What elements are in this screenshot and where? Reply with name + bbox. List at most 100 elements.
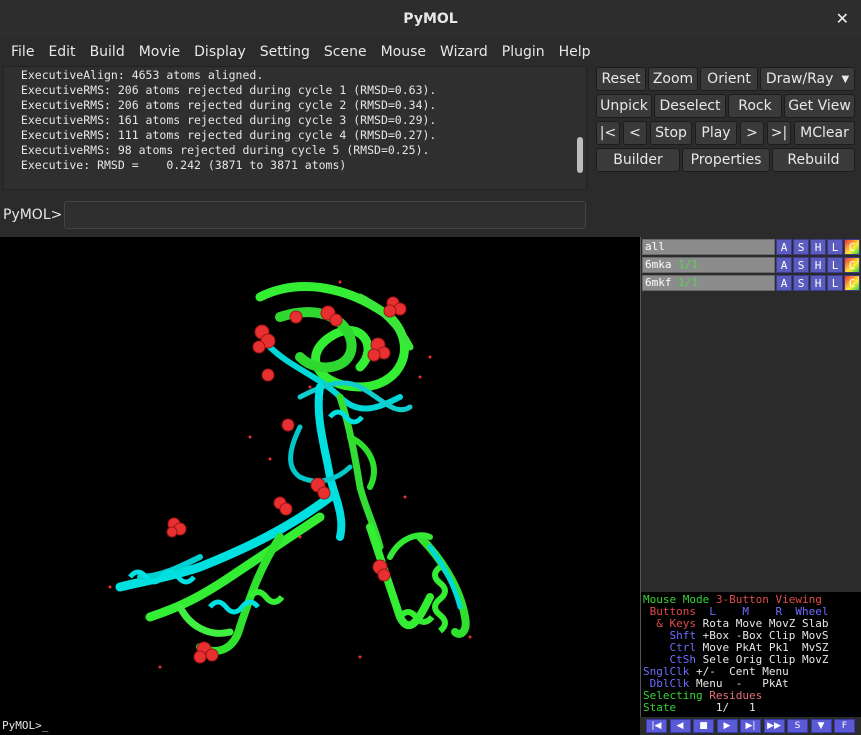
sphere	[329, 313, 343, 327]
object-name[interactable]: 6mkf 1/1	[642, 275, 775, 291]
menu-toggle-button[interactable]: ▼	[810, 719, 832, 733]
label-button[interactable]: L	[827, 239, 843, 255]
ribbon-green	[255, 282, 409, 392]
object-name[interactable]: 6mka 1/1	[642, 257, 775, 273]
command-row: PyMOL>	[0, 198, 592, 232]
object-label: all	[645, 240, 665, 253]
log-scrollbar[interactable]	[577, 137, 583, 173]
rebuild-button[interactable]: Rebuild	[772, 148, 855, 172]
log-line: ExecutiveRMS: 111 atoms rejected during …	[14, 128, 437, 142]
stop-button[interactable]: Stop	[650, 121, 692, 145]
molecule-viewer[interactable]	[0, 237, 640, 717]
output-log[interactable]: ExecutiveAlign: 4653 atoms aligned. Exec…	[3, 66, 587, 190]
builder-button[interactable]: Builder	[596, 148, 680, 172]
get-view-button[interactable]: Get View	[784, 94, 855, 118]
playback-bar: |◀ ◀ ■ ▶ ▶| ▶▶ S ▼ F	[640, 717, 861, 735]
menu-plugin[interactable]: Plugin	[495, 40, 552, 64]
menu-setting[interactable]: Setting	[253, 40, 317, 64]
action-button[interactable]: A	[776, 257, 792, 273]
object-label: 6mka	[645, 258, 672, 271]
color-button[interactable]: C	[844, 275, 860, 291]
ribbon-green	[176, 603, 234, 637]
properties-button[interactable]: Properties	[682, 148, 770, 172]
hide-button[interactable]: H	[810, 239, 826, 255]
show-button[interactable]: S	[793, 275, 809, 291]
menu-display[interactable]: Display	[187, 40, 253, 64]
menu-scene[interactable]: Scene	[317, 40, 374, 64]
draw-ray-label: Draw/Ray	[765, 71, 834, 87]
draw-ray-button[interactable]: Draw/Ray ▼	[760, 67, 855, 91]
command-input[interactable]	[64, 201, 586, 229]
protein-render	[108, 280, 472, 669]
rock-button[interactable]: Rock	[728, 94, 782, 118]
water-dot	[338, 280, 342, 284]
play-button[interactable]: Play	[695, 121, 737, 145]
control-buttons: Reset Zoom Orient Draw/Ray ▼ Unpick Dese…	[592, 66, 861, 176]
object-name[interactable]: all	[642, 239, 775, 255]
object-row-6mkf[interactable]: 6mkf 1/1 A S H L C	[642, 275, 861, 291]
object-row-6mka[interactable]: 6mka 1/1 A S H L C	[642, 257, 861, 273]
back-button[interactable]: <	[623, 121, 647, 145]
menu-build[interactable]: Build	[83, 40, 132, 64]
action-button[interactable]: A	[776, 275, 792, 291]
close-icon[interactable]: ✕	[836, 9, 849, 28]
water-dot	[108, 585, 112, 589]
log-line: ExecutiveRMS: 161 atoms rejected during …	[14, 113, 437, 127]
menu-file[interactable]: File	[4, 40, 41, 64]
play-movie-button[interactable]: ▶	[716, 719, 738, 733]
viewer-status-bar[interactable]: PyMOL>_	[0, 717, 640, 735]
menu-mouse[interactable]: Mouse	[374, 40, 433, 64]
water-dot	[428, 355, 432, 359]
rewind-button[interactable]: |<	[596, 121, 620, 145]
orient-button[interactable]: Orient	[700, 67, 758, 91]
object-label: 6mkf	[645, 276, 672, 289]
object-state: 1/1	[678, 258, 698, 271]
reset-button[interactable]: Reset	[596, 67, 646, 91]
water-dot	[248, 435, 252, 439]
action-button[interactable]: A	[776, 239, 792, 255]
water-dot	[468, 635, 472, 639]
menu-movie[interactable]: Movie	[132, 40, 187, 64]
object-row-all[interactable]: all A S H L C	[642, 239, 861, 255]
label-button[interactable]: L	[827, 275, 843, 291]
fullscreen-button[interactable]: F	[834, 719, 855, 733]
state-label: State	[643, 701, 677, 714]
log-line: ExecutiveRMS: 206 atoms rejected during …	[14, 83, 437, 97]
hide-button[interactable]: H	[810, 257, 826, 273]
next-frame-button[interactable]: ▶|	[740, 719, 761, 733]
helix-cyan	[328, 409, 364, 425]
deselect-button[interactable]: Deselect	[654, 94, 726, 118]
first-frame-button[interactable]: |◀	[646, 719, 667, 733]
mclear-button[interactable]: MClear	[794, 121, 855, 145]
zoom-button[interactable]: Zoom	[648, 67, 698, 91]
mouse-mode-panel[interactable]: Mouse Mode 3-Button Viewing Buttons L M …	[640, 592, 861, 717]
end-button[interactable]: >|	[767, 121, 791, 145]
command-prompt: PyMOL>	[3, 207, 63, 223]
stop-movie-button[interactable]: ■	[693, 719, 714, 733]
water-dot	[298, 535, 302, 539]
water-dot	[358, 655, 362, 659]
object-panel: all A S H L C 6mka 1/1 A S H L C 6mkf 1/…	[640, 237, 861, 592]
color-button[interactable]: C	[844, 257, 860, 273]
show-button[interactable]: S	[793, 239, 809, 255]
show-button[interactable]: S	[793, 257, 809, 273]
menu-help[interactable]: Help	[552, 40, 598, 64]
sphere	[367, 348, 381, 362]
prev-frame-button[interactable]: ◀	[669, 719, 691, 733]
last-frame-button[interactable]: ▶▶	[763, 719, 785, 733]
sphere	[205, 648, 219, 662]
hide-button[interactable]: H	[810, 275, 826, 291]
sphere	[166, 526, 178, 538]
forward-button[interactable]: >	[740, 121, 764, 145]
menu-wizard[interactable]: Wizard	[433, 40, 495, 64]
water-dot	[418, 375, 422, 379]
unpick-button[interactable]: Unpick	[596, 94, 652, 118]
sphere	[193, 650, 207, 664]
mouse-mode-text: Mouse Mode 3-Button Viewing Buttons L M …	[641, 592, 861, 714]
sphere	[281, 418, 295, 432]
label-button[interactable]: L	[827, 257, 843, 273]
menu-edit[interactable]: Edit	[41, 40, 82, 64]
scene-button[interactable]: S	[787, 719, 808, 733]
color-button[interactable]: C	[844, 239, 860, 255]
log-line: ExecutiveRMS: 206 atoms rejected during …	[14, 98, 437, 112]
